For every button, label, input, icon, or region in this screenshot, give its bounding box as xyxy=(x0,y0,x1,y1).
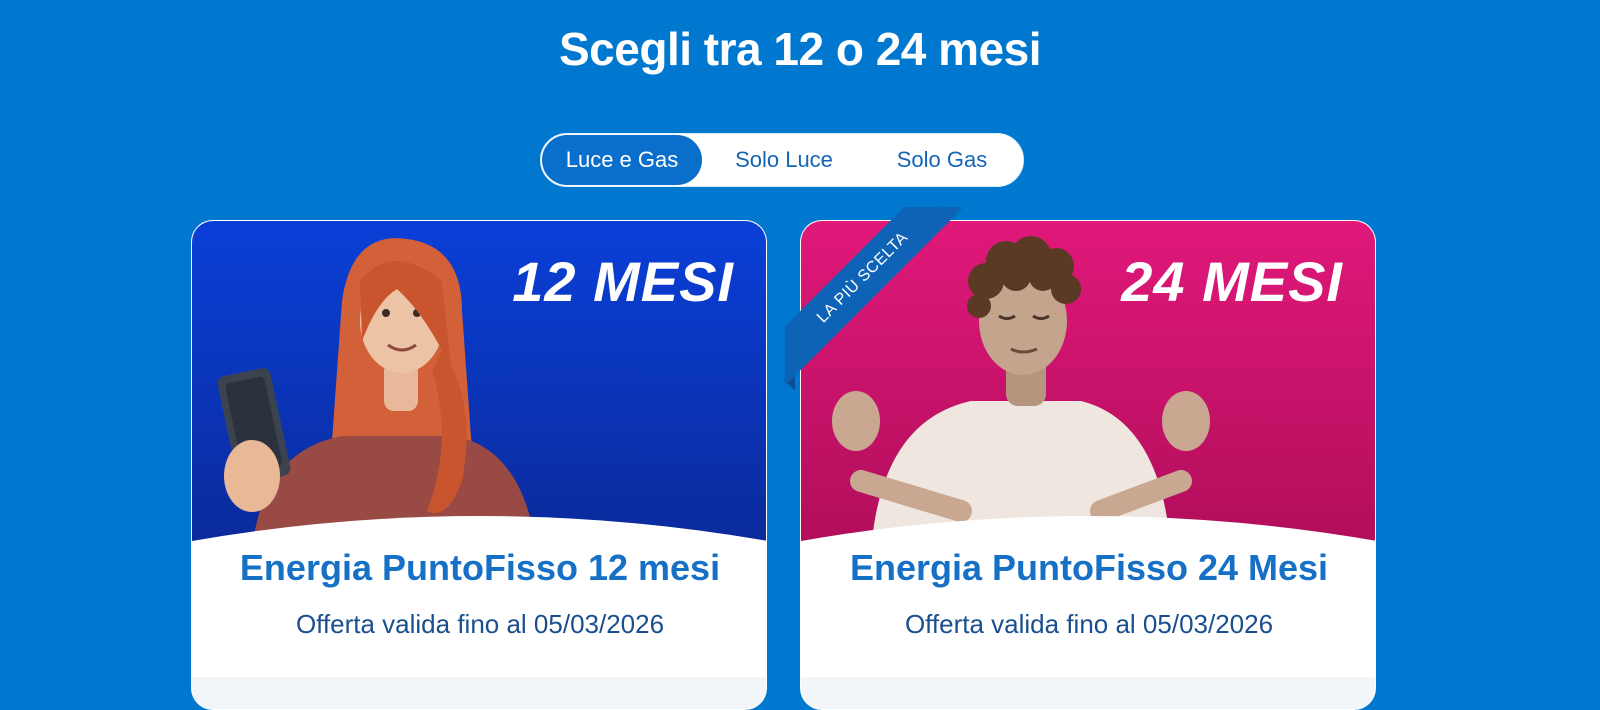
card-details-band xyxy=(192,677,766,709)
ribbon-fold xyxy=(783,370,795,390)
offer-card-12-mesi[interactable]: 12 MESI Energia PuntoFisso 12 mesi Offer… xyxy=(191,220,767,710)
offer-validity: Offerta valida fino al 05/03/2026 xyxy=(295,609,665,639)
offer-name: Energia PuntoFisso 24 Mesi xyxy=(849,547,1329,588)
offer-validity: Offerta valida fino al 05/03/2026 xyxy=(904,609,1274,639)
duration-badge: 12 MESI xyxy=(512,250,734,313)
card-details-band xyxy=(801,677,1375,709)
toggle-luce-e-gas[interactable]: Luce e Gas xyxy=(542,135,702,185)
toggle-solo-luce[interactable]: Solo Luce xyxy=(709,135,859,185)
page-title: Scegli tra 12 o 24 mesi xyxy=(559,23,1042,75)
offer-card-24-mesi[interactable]: 24 MESI Energia PuntoFisso 24 Mesi Offer… xyxy=(800,220,1376,710)
offer-name: Energia PuntoFisso 12 mesi xyxy=(239,547,721,588)
toggle-solo-gas[interactable]: Solo Gas xyxy=(867,135,1017,185)
ribbon-fold xyxy=(927,206,947,218)
duration-badge: 24 MESI xyxy=(1121,250,1343,313)
offer-type-toggle: Luce e Gas Solo Luce Solo Gas xyxy=(540,133,1024,187)
